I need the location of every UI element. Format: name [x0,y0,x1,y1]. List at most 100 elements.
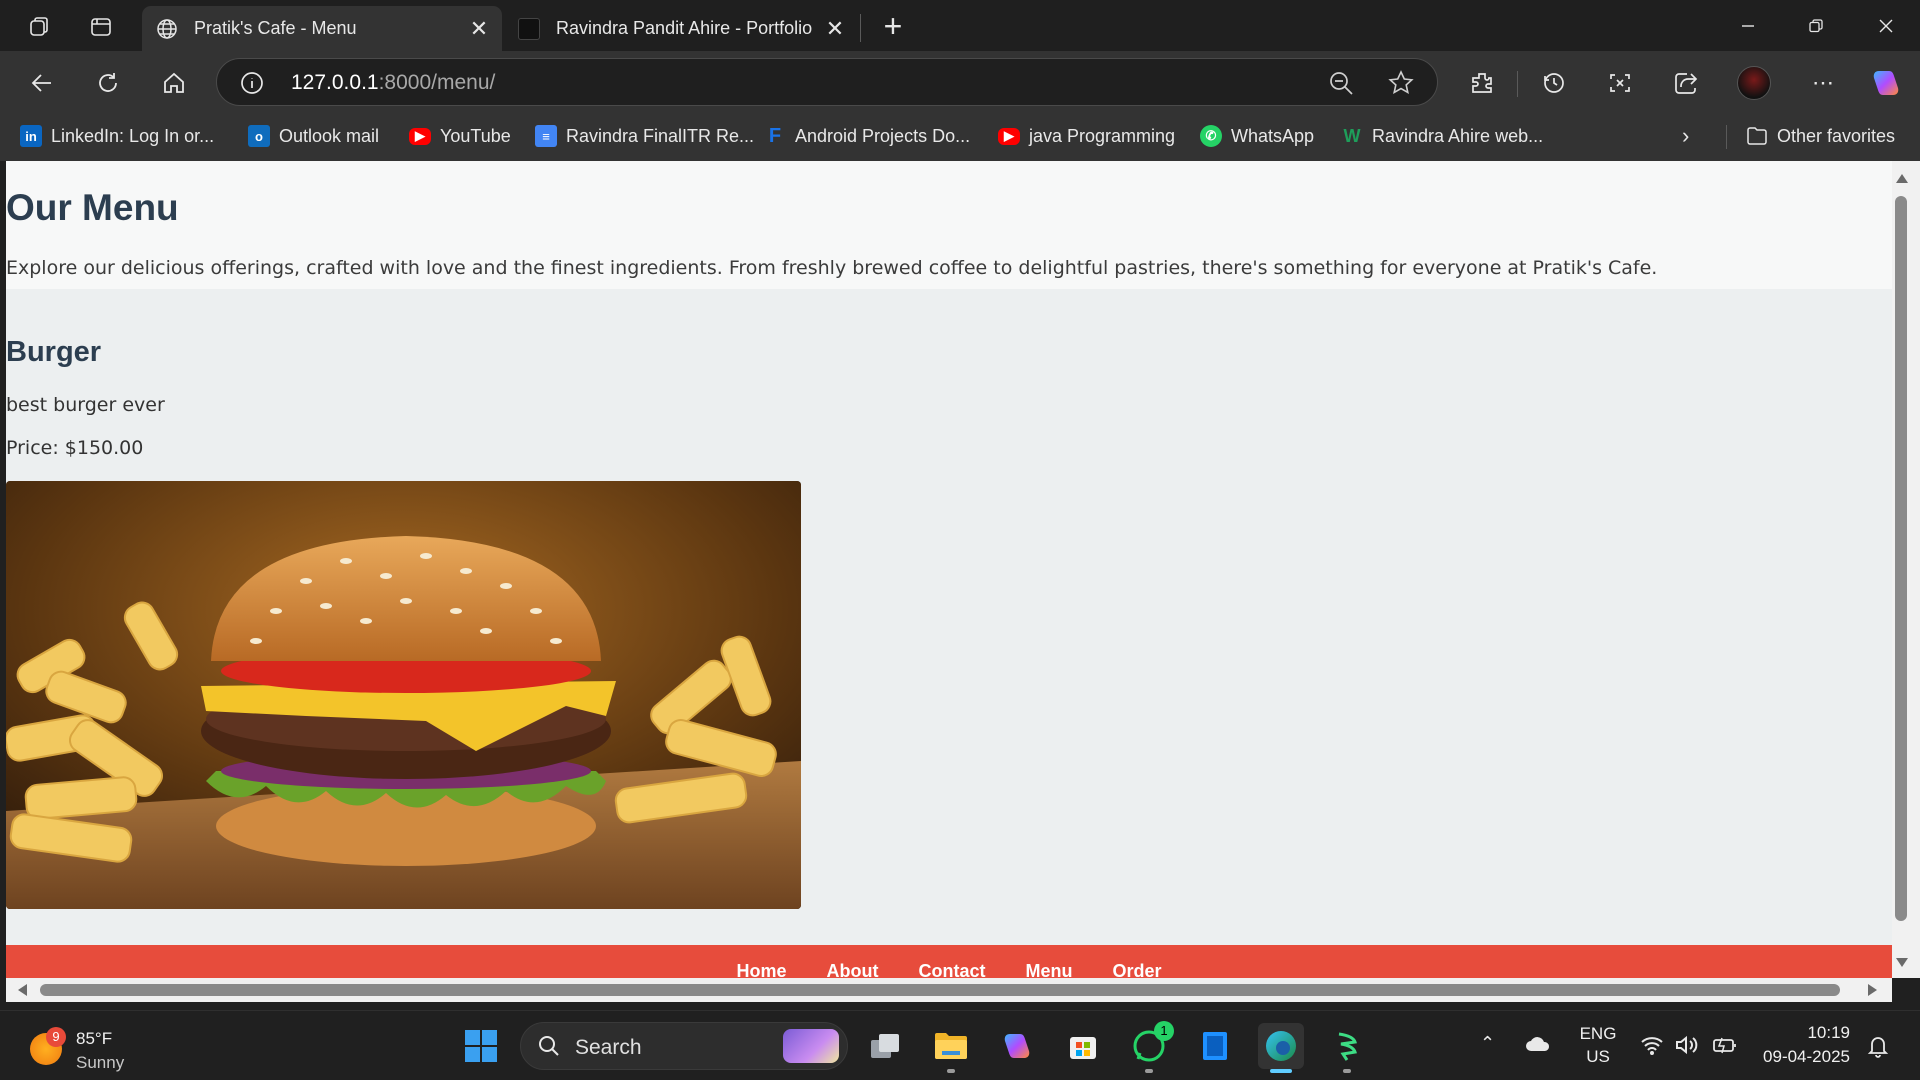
tab-title: Pratik's Cafe - Menu [194,18,357,38]
favorite-star-icon[interactable] [1387,69,1415,97]
portfolio-favicon-icon [516,16,542,42]
microsoft-store-button[interactable] [1060,1023,1106,1069]
site-info-icon[interactable] [239,70,265,96]
globe-icon [154,16,180,42]
footer-link-home[interactable]: Home [736,961,786,978]
tab-actions-icon[interactable] [84,10,118,44]
youtube-icon: ▶ [998,127,1020,145]
tab-portfolio[interactable]: Ravindra Pandit Ahire - Portfolio ✕ [504,6,858,51]
weather-condition: Sunny [76,1053,125,1072]
active-indicator [1270,1069,1292,1073]
folder-icon [1746,125,1768,147]
task-view-button[interactable] [862,1023,908,1069]
favorite-java-programming[interactable]: ▶ java Programming [998,123,1175,149]
copilot-app-button[interactable] [994,1023,1040,1069]
menu-header-section: Our Menu Explore our delicious offerings… [6,161,1892,289]
page-viewport: Our Menu Explore our delicious offerings… [6,161,1892,978]
start-button[interactable] [458,1023,504,1069]
favorite-label: Ravindra Ahire web... [1372,125,1544,146]
vertical-scroll-thumb[interactable] [1895,196,1907,921]
favorite-whatsapp[interactable]: ✆ WhatsApp [1200,123,1314,149]
show-hidden-icons-chevron-icon[interactable]: ⌃ [1480,1033,1495,1054]
footer-link-order[interactable]: Order [1112,961,1161,978]
favorite-ravindra-web[interactable]: W Ravindra Ahire web... [1341,123,1544,149]
temperature: 85°F [76,1029,113,1048]
whatsapp-badge: 1 [1154,1021,1174,1041]
file-explorer-button[interactable] [928,1023,974,1073]
refresh-button[interactable] [88,63,128,103]
scroll-up-arrow[interactable] [1896,174,1908,183]
history-icon[interactable] [1534,63,1574,103]
tab-pratiks-cafe-menu[interactable]: Pratik's Cafe - Menu ✕ [142,6,502,51]
zoom-out-icon[interactable] [1327,69,1355,97]
favorite-outlook[interactable]: o Outlook mail [248,123,379,149]
share-icon[interactable] [1666,63,1706,103]
tab-separator [860,14,861,42]
pinned-app-button[interactable] [1324,1023,1370,1073]
linkedin-icon: in [20,125,42,147]
back-button[interactable] [22,63,62,103]
search-icon [537,1034,561,1063]
footer-link-about[interactable]: About [827,961,879,978]
favorite-label: Ravindra FinalITR Re... [566,125,755,146]
favorite-android-projects[interactable]: F Android Projects Do... [764,123,970,149]
taskbar-search[interactable]: Search [520,1022,848,1070]
page-intro: Explore our delicious offerings, crafted… [6,257,1658,279]
edge-browser-button[interactable] [1258,1023,1304,1073]
scroll-down-arrow[interactable] [1896,958,1908,967]
favorite-label: WhatsApp [1231,125,1315,146]
language-top[interactable]: ENG [1574,1024,1622,1044]
tab-title: Ravindra Pandit Ahire - Portfolio [556,18,813,38]
menu-item-name: Burger [6,336,102,368]
clock-time[interactable]: 10:19 [1750,1023,1850,1043]
horizontal-scroll-thumb[interactable] [40,984,1840,996]
language-bottom[interactable]: US [1574,1047,1622,1067]
screenshot-icon[interactable] [1600,63,1640,103]
favorite-linkedin[interactable]: in LinkedIn: Log In or... [20,123,214,149]
onedrive-icon[interactable] [1524,1035,1552,1058]
battery-icon[interactable] [1712,1035,1738,1060]
footer-nav: Home About Contact Menu Order [6,945,1892,978]
scroll-left-arrow[interactable] [18,984,27,996]
restore-button[interactable] [1782,6,1850,46]
chevron-right-icon[interactable]: › [1682,123,1689,149]
favorite-label: LinkedIn: Log In or... [51,125,215,146]
notifications-bell-icon[interactable] [1866,1033,1890,1064]
workspaces-icon[interactable] [22,10,56,44]
outlook-icon: o [248,125,270,147]
favorite-label: Outlook mail [279,125,380,146]
close-tab-icon[interactable]: ✕ [820,14,850,44]
url-text[interactable]: 127.0.0.1:8000/menu/ [291,71,495,95]
favorite-label: YouTube [440,125,511,146]
minimize-button[interactable] [1714,6,1782,46]
favorites-bar: in LinkedIn: Log In or... o Outlook mail… [0,111,1920,161]
favorite-ravindra-itr[interactable]: ≡ Ravindra FinalITR Re... [535,123,754,149]
extensions-icon[interactable] [1462,63,1502,103]
footer-link-menu[interactable]: Menu [1025,961,1072,978]
whatsapp-icon: ✆ [1200,125,1222,147]
other-favorites[interactable]: Other favorites [1746,123,1895,149]
whatsapp-app-button[interactable]: 1 [1126,1021,1174,1073]
clock-date[interactable]: 09-04-2025 [1750,1047,1850,1067]
close-window-button[interactable] [1852,6,1920,46]
home-button[interactable] [154,63,194,103]
site-footer: Home About Contact Menu Order [6,945,1892,978]
scroll-right-arrow[interactable] [1868,984,1877,996]
favorite-youtube[interactable]: ▶ YouTube [409,123,511,149]
running-indicator [1145,1069,1153,1073]
footer-link-contact[interactable]: Contact [918,961,985,978]
volume-icon[interactable] [1674,1034,1698,1061]
copilot-icon[interactable] [1866,63,1906,103]
close-tab-icon[interactable]: ✕ [464,14,494,44]
address-bar[interactable]: 127.0.0.1:8000/menu/ [216,58,1438,106]
windows-taskbar: 9 85°F Sunny Search 1 ⌃ ENG US 10:19 09-… [0,1010,1920,1080]
more-options-icon[interactable]: ⋯ [1804,63,1844,103]
notes-app-button[interactable] [1192,1023,1238,1069]
burger-image [6,481,801,909]
docs-icon: ≡ [535,125,557,147]
wifi-icon[interactable] [1640,1035,1664,1060]
profile-avatar[interactable] [1734,63,1774,103]
youtube-icon: ▶ [409,127,431,145]
new-tab-button[interactable]: + [876,10,910,44]
menu-item-description: best burger ever [6,394,165,416]
